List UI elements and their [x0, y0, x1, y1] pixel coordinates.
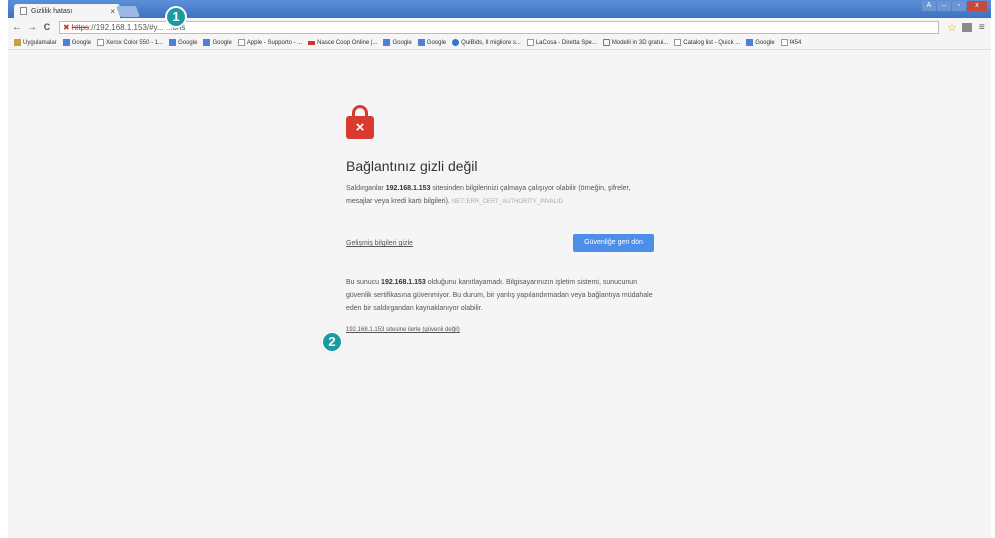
bookmark-label: Google [426, 39, 447, 46]
close-window-button[interactable]: x [967, 1, 987, 11]
new-tab-button[interactable] [115, 6, 141, 17]
address-bar[interactable]: ✖ https ://192.168.1.153/#y... ...ons [59, 20, 939, 34]
error-page: × Bağlantınız gizli değil Saldırganlar 1… [8, 50, 991, 538]
callout-marker-2: 2 [321, 331, 343, 353]
error-code: NET::ERR_CERT_AUTHORITY_INVALID [451, 199, 563, 205]
cart-icon [602, 39, 610, 46]
maximize-button[interactable]: ▫ [952, 1, 966, 11]
page-title: Bağlantınız gizli değil [346, 158, 478, 174]
menu-icon[interactable]: ≡ [979, 22, 985, 33]
browser-window: Gizlilik hatası × A – ▫ x ← → C ✖ https … [8, 0, 991, 538]
google-icon [169, 39, 177, 46]
bookmark-item[interactable]: Uygulamalar [14, 39, 57, 46]
bookmark-label: Google [71, 39, 92, 46]
bookmark-label: Google [178, 39, 198, 46]
google-icon [203, 39, 211, 46]
bookmark-label: Google [212, 39, 232, 46]
bookmark-label: Nasce Coop Online |... [317, 39, 378, 46]
minimize-button[interactable]: – [937, 1, 951, 11]
bookmark-item[interactable]: Xerox Color 550 - 1... [97, 39, 163, 46]
reload-button[interactable]: C [41, 22, 53, 32]
bookmark-item[interactable]: Google [746, 39, 775, 46]
toolbar: ← → C ✖ https ://192.168.1.153/#y... ...… [8, 18, 991, 36]
bookmark-label: Apple - Supporto - ... [246, 39, 303, 46]
bookmark-item[interactable]: Google [383, 39, 412, 46]
bookmark-item[interactable]: Google [62, 39, 92, 46]
bookmark-item[interactable]: Catalog list - Quick ... [674, 39, 740, 46]
bookmark-item[interactable]: Modelli in 3D gratui... [602, 39, 669, 46]
bookmark-item[interactable]: QuiBids, Il migliore s... [452, 39, 521, 46]
details-host: 192.168.1.153 [381, 279, 426, 286]
page-icon [674, 39, 682, 46]
bookmark-label: Catalog list - Quick ... [683, 39, 741, 46]
bookmark-item[interactable]: LaCosa - Diretta Spe... [526, 39, 597, 46]
bookmark-label: LaCosa - Diretta Spe... [535, 39, 597, 46]
back-to-safety-button[interactable]: Güvenliğe geri dön [573, 234, 654, 252]
bookmark-item[interactable]: Apple - Supporto - ... [237, 39, 303, 46]
grid-icon [14, 39, 21, 46]
extension-icon[interactable] [961, 22, 972, 32]
padlock-error-icon: × [346, 105, 374, 139]
bookmark-item[interactable]: Google [203, 39, 232, 46]
bookmark-label: QuiBids, Il migliore s... [461, 39, 521, 46]
error-details: Bu sunucu 192.168.1.153 olduğunu kanıtla… [346, 276, 656, 315]
title-bar: Gizlilik hatası × A – ▫ x [8, 0, 991, 18]
quibids-icon [452, 39, 460, 46]
bookmark-item[interactable]: Google [417, 39, 447, 46]
advanced-toggle-link[interactable]: Gelişmiş bilgileri gizle [346, 240, 413, 247]
google-icon [746, 39, 754, 46]
page-icon [97, 39, 105, 46]
tab-close-button[interactable]: × [110, 7, 115, 16]
bookmark-label: Xerox Color 550 - 1... [106, 39, 164, 46]
tab-title: Gizlilik hatası [31, 7, 73, 15]
tab-active[interactable]: Gizlilik hatası × [14, 4, 120, 18]
details-prefix: Bu sunucu [346, 279, 380, 286]
google-icon [62, 39, 70, 46]
bookmarks-bar: Uygulamalar Google Xerox Color 550 - 1... G… [8, 36, 991, 50]
window-controls: A – ▫ x [922, 1, 987, 11]
page-icon [237, 39, 245, 46]
bookmark-item[interactable]: f454 [780, 39, 802, 46]
bookmark-label: f454 [789, 39, 802, 46]
desc-prefix: Saldırganlar [346, 185, 384, 192]
bookmark-item[interactable]: Google [169, 39, 197, 46]
page-icon [20, 7, 27, 15]
bookmark-label: Google [755, 39, 775, 46]
error-description: Saldırganlar 192.168.1.153 sitesinden bi… [346, 182, 646, 209]
desc-host: 192.168.1.153 [385, 185, 431, 192]
nasce-icon [308, 40, 316, 45]
star-icon[interactable]: ☆ [947, 21, 957, 34]
bookmark-item[interactable]: Nasce Coop Online |... [308, 40, 377, 46]
profile-button[interactable]: A [922, 1, 936, 11]
bookmark-label: Uygulamalar [23, 39, 57, 46]
google-icon [383, 39, 391, 46]
google-icon [417, 39, 425, 46]
insecure-lock-icon[interactable]: ✖ [63, 23, 70, 32]
proceed-unsafe-link[interactable]: 192.168.1.153 sitesine ilerle (güvenli d… [346, 327, 460, 333]
bookmark-label: Google [392, 39, 412, 46]
page-icon [526, 39, 534, 46]
bookmark-label: Modelli in 3D gratui... [611, 39, 669, 46]
page-icon [780, 39, 788, 46]
url-scheme: https [71, 22, 90, 32]
callout-marker-1: 1 [165, 6, 187, 28]
back-button[interactable]: ← [11, 22, 23, 33]
forward-button[interactable]: → [26, 22, 38, 33]
